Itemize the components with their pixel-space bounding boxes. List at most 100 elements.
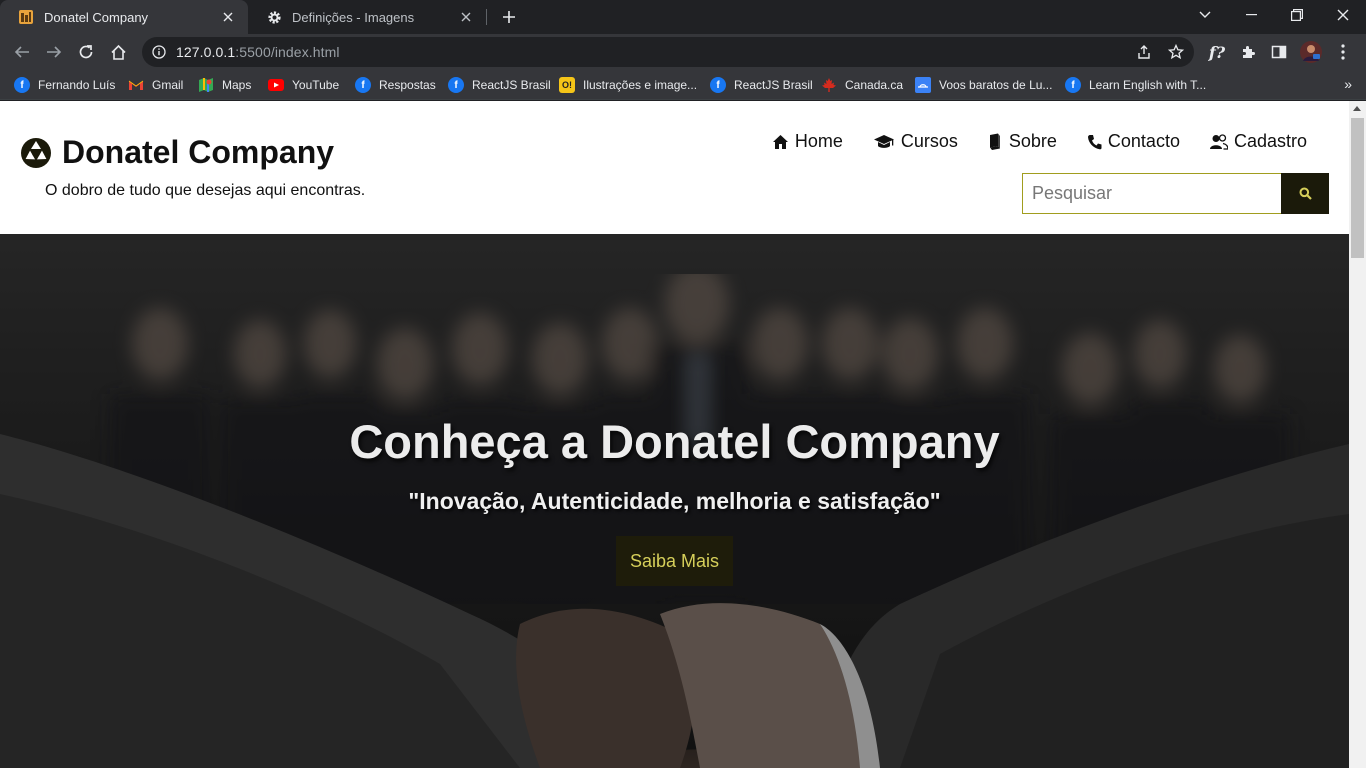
tab-definicoes[interactable]: Definições - Imagens — [248, 0, 486, 34]
facebook-icon: f — [710, 77, 726, 93]
site-header: Donatel Company O dobro de tudo que dese… — [0, 101, 1349, 234]
bookmarks-bar: f Fernando Luís Gmail Maps YouTube f Res… — [0, 70, 1366, 100]
tab-strip: Donatel Company Definições - Imagens — [0, 0, 1366, 34]
gear-icon — [266, 9, 282, 25]
hero-title: Conheça a Donatel Company — [349, 415, 1000, 468]
bookmark-item[interactable]: Voos baratos de Lu... — [915, 76, 1052, 94]
minimize-button[interactable] — [1228, 0, 1274, 30]
nav-item-cadastro[interactable]: Cadastro — [1209, 131, 1307, 152]
bookmark-label: ReactJS Brasil — [734, 78, 813, 92]
nav-item-contacto[interactable]: Contacto — [1087, 131, 1180, 152]
new-tab-button[interactable] — [498, 6, 520, 28]
bookmark-item[interactable]: Maps — [198, 76, 251, 94]
facebook-icon: f — [355, 77, 371, 93]
search-button[interactable] — [1281, 173, 1329, 214]
share-icon[interactable] — [1136, 44, 1152, 60]
aperture-logo-icon — [21, 137, 51, 168]
graduation-cap-icon — [873, 134, 894, 148]
nav-label: Home — [794, 131, 843, 151]
site-info-icon[interactable] — [151, 44, 167, 60]
bookmark-item[interactable]: Canada.ca — [821, 76, 903, 94]
menu-dots-icon[interactable] — [1330, 39, 1356, 65]
nav-item-sobre[interactable]: Sobre — [988, 131, 1057, 152]
minimize-icon — [1245, 14, 1257, 16]
saiba-mais-button[interactable]: Saiba Mais — [616, 536, 733, 586]
maple-leaf-icon — [821, 77, 837, 93]
profile-avatar-icon[interactable] — [1298, 39, 1324, 65]
bookmark-item[interactable]: f Fernando Luís — [14, 76, 115, 94]
bookmark-label: Learn English with T... — [1089, 78, 1207, 92]
bookmark-item[interactable]: O! Ilustrações e image... — [559, 76, 697, 94]
youtube-icon — [268, 77, 284, 93]
bookmark-item[interactable]: f Learn English with T... — [1065, 76, 1206, 94]
address-bar[interactable]: 127.0.0.1:5500/index.html — [142, 37, 1194, 67]
facebook-icon: f — [14, 77, 30, 93]
more-bookmarks-icon[interactable]: » — [1344, 76, 1352, 92]
home-icon — [772, 134, 788, 149]
search-input[interactable] — [1022, 173, 1281, 214]
bookmark-item[interactable]: Gmail — [128, 76, 183, 94]
restore-button[interactable] — [1274, 0, 1320, 30]
forward-button[interactable] — [40, 38, 68, 66]
back-button[interactable] — [8, 38, 36, 66]
bookmark-label: Maps — [222, 78, 252, 92]
bookmark-label: Ilustrações e image... — [583, 78, 698, 92]
page-viewport: Donatel Company O dobro de tudo que dese… — [0, 101, 1366, 768]
nav-item-home[interactable]: Home — [772, 131, 843, 152]
home-outline-icon — [110, 44, 126, 60]
tab-search-button[interactable] — [1182, 0, 1228, 30]
bookmark-label: Fernando Luís — [38, 78, 116, 92]
nav-label: Sobre — [1008, 131, 1057, 151]
hero-motto: "Inovação, Autenticidade, melhoria e sat… — [408, 488, 941, 514]
hero-banner: Conheça a Donatel Company "Inovação, Aut… — [0, 234, 1349, 768]
close-icon — [1337, 9, 1349, 21]
scroll-up-icon[interactable] — [1353, 106, 1361, 111]
bookmark-item[interactable]: f Respostas — [355, 76, 436, 94]
page-scrollbar[interactable] — [1349, 101, 1366, 768]
bookmark-item[interactable]: f ReactJS Brasil — [710, 76, 813, 94]
bookmark-label: YouTube — [292, 78, 340, 92]
reload-icon — [79, 45, 93, 59]
bookmark-item[interactable]: f ReactJS Brasil — [448, 76, 551, 94]
brand[interactable]: Donatel Company — [20, 134, 334, 171]
restore-icon — [1291, 9, 1303, 21]
gmail-icon — [128, 77, 144, 93]
side-panel-icon[interactable] — [1266, 39, 1292, 65]
tab-title: Definições - Imagens — [292, 9, 415, 25]
search-form — [1022, 173, 1329, 214]
close-tab-icon[interactable] — [458, 9, 474, 25]
bookmark-label: Gmail — [152, 78, 184, 92]
url-text[interactable]: 127.0.0.1:5500/index.html — [176, 44, 340, 60]
bookmark-star-icon[interactable] — [1168, 44, 1184, 60]
tab-title: Donatel Company — [44, 9, 149, 25]
users-icon — [1209, 133, 1228, 150]
chevron-down-icon — [1199, 11, 1211, 18]
bookmark-label: Canada.ca — [845, 78, 904, 92]
bookmark-label: ReactJS Brasil — [472, 78, 551, 92]
tab-separator — [486, 9, 487, 25]
nav-label: Cursos — [900, 131, 958, 151]
bookmark-label: Respostas — [379, 78, 436, 92]
url-host: 127.0.0.1 — [176, 44, 236, 60]
bookmark-label: Voos baratos de Lu... — [939, 78, 1053, 92]
facebook-icon: f — [448, 77, 464, 93]
flights-icon — [915, 77, 931, 93]
nav-item-cursos[interactable]: Cursos — [873, 131, 958, 152]
close-tab-icon[interactable] — [220, 9, 236, 25]
search-icon — [1299, 187, 1312, 200]
home-button[interactable] — [104, 38, 132, 66]
arrow-left-icon — [14, 46, 29, 58]
ouch-icon: O! — [559, 77, 575, 93]
extensions-puzzle-icon[interactable] — [1235, 39, 1261, 65]
phone-icon — [1087, 134, 1102, 149]
tab-donatel[interactable]: Donatel Company — [0, 0, 248, 34]
scrollbar-thumb[interactable] — [1351, 118, 1364, 258]
maps-icon — [198, 77, 214, 93]
close-window-button[interactable] — [1320, 0, 1366, 30]
bookmark-item[interactable]: YouTube — [268, 76, 339, 94]
tagline: O dobro de tudo que desejas aqui encontr… — [45, 182, 366, 199]
main-nav: Home Cursos Sobre Contacto Cadastro — [742, 131, 1307, 152]
facebook-icon: f — [1065, 77, 1081, 93]
fx-extension-icon[interactable]: f? — [1204, 39, 1230, 65]
reload-button[interactable] — [72, 38, 100, 66]
